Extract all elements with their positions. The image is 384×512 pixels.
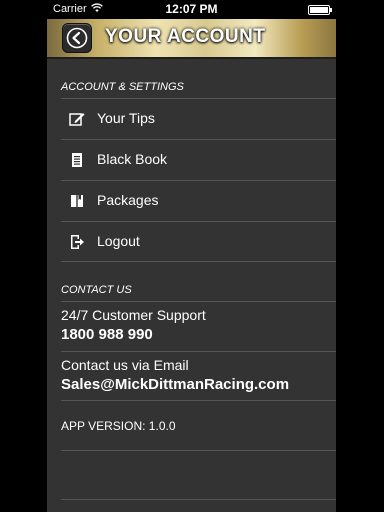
app-version: APP VERSION: 1.0.0	[61, 419, 176, 433]
divider	[61, 450, 336, 451]
menu-item-logout[interactable]: Logout	[61, 222, 336, 262]
menu-item-label: Logout	[97, 233, 140, 249]
logout-icon	[71, 235, 84, 249]
back-arrow-icon	[66, 27, 88, 49]
support-phone-link[interactable]: 1800 988 990	[61, 326, 153, 343]
status-time: 12:07 PM	[165, 2, 218, 16]
divider	[61, 499, 336, 500]
document-icon	[72, 153, 82, 167]
divider	[61, 301, 336, 302]
email-link[interactable]: Sales@MickDittmanRacing.com	[61, 376, 289, 393]
page-title: YOUR ACCOUNT	[105, 26, 266, 47]
header-bar: YOUR ACCOUNT	[47, 19, 336, 59]
divider	[61, 351, 336, 352]
email-label: Contact us via Email	[61, 357, 189, 373]
battery-icon	[308, 5, 332, 15]
support-label: 24/7 Customer Support	[61, 307, 206, 323]
menu-item-packages[interactable]: Packages	[61, 181, 336, 221]
app-screen: YOUR ACCOUNT ACCOUNT & SETTINGS Your Tip…	[47, 0, 336, 512]
book-icon	[71, 195, 83, 207]
divider	[61, 261, 336, 262]
status-bar: Carrier 12:07 PM	[47, 0, 336, 19]
contact-section-title: CONTACT US	[61, 284, 132, 296]
menu-item-black-book[interactable]: Black Book	[61, 140, 336, 180]
menu-item-your-tips[interactable]: Your Tips	[61, 99, 336, 139]
menu-item-label: Your Tips	[97, 110, 155, 126]
back-button[interactable]	[62, 23, 92, 53]
menu-item-label: Black Book	[97, 151, 168, 167]
edit-icon	[69, 113, 85, 126]
menu-item-label: Packages	[97, 192, 159, 208]
account-section-title: ACCOUNT & SETTINGS	[61, 81, 184, 93]
divider	[61, 400, 336, 401]
